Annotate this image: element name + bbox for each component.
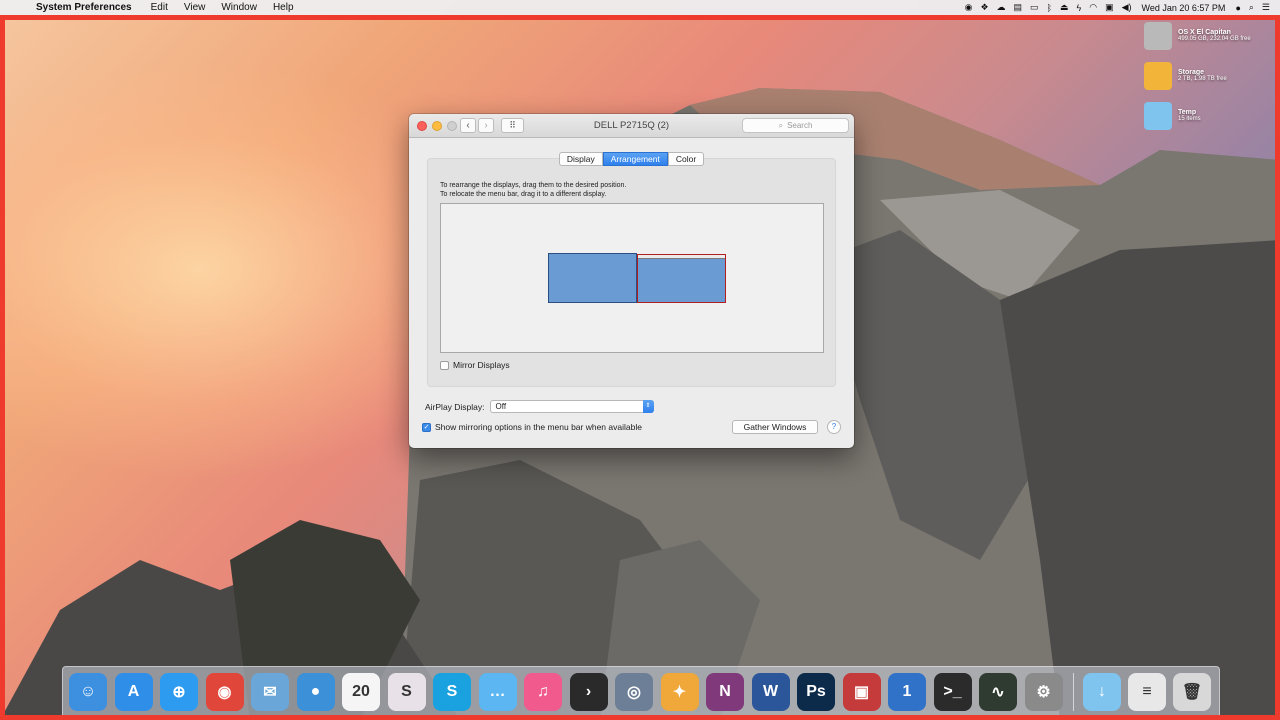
menu-bar: System Preferences Edit View Window Help… (0, 0, 1280, 15)
mirror-displays-checkbox[interactable] (440, 360, 449, 370)
dock-parallels-icon[interactable]: ▣ (842, 673, 881, 711)
airplay-icon[interactable]: ▭ (1030, 2, 1039, 13)
tab-color[interactable]: Color (667, 152, 705, 166)
bluetooth-icon[interactable]: ᛒ (1047, 3, 1052, 13)
dock-terminal-icon[interactable]: >_ (933, 673, 972, 711)
external-drive-icon (1144, 62, 1172, 90)
display-arrangement-area (440, 203, 824, 353)
dock-messages-icon[interactable]: … (478, 673, 517, 711)
hard-drive-icon (1144, 22, 1172, 50)
status-area: ◉ ❖ ☁ ▤ ▭ ᛒ ⏏ ϟ ◠ ▣ ◀) Wed Jan 20 6:57 P… (965, 2, 1270, 13)
spotlight-icon[interactable]: ⌕ (1249, 2, 1254, 13)
dock-trash-icon[interactable]: 🗑 (1173, 673, 1211, 711)
desktop-icon-sub: 15 items (1178, 116, 1201, 122)
dock-activity-monitor-icon[interactable]: ∿ (979, 673, 1017, 711)
notification-center-icon[interactable]: ☰ (1262, 2, 1270, 13)
menu-app-name[interactable]: System Preferences (36, 2, 132, 13)
gather-windows-button[interactable]: Gather Windows (732, 420, 818, 434)
search-placeholder: Search (787, 121, 813, 130)
arrangement-instructions: To rearrange the displays, drag them to … (440, 181, 626, 199)
user-icon[interactable]: ● (1235, 3, 1240, 13)
menu-window[interactable]: Window (221, 2, 257, 13)
desktop-icon-label: OS X El Capitan (1178, 29, 1231, 36)
dock: ☺ A ⊕ ◉ ✉ ● 20 S S… ♫ › ◎ ✦ N W Ps ▣ 1 >_ ∿ ⚙ ↓ ≡ 🗑 (62, 666, 1220, 716)
display-thumbnail-secondary[interactable] (637, 254, 726, 303)
airplay-display-select[interactable]: Off ⇕ (489, 400, 654, 413)
eject-icon[interactable]: ⏏ (1060, 2, 1069, 13)
dock-onenote-icon[interactable]: N (706, 673, 744, 711)
mirror-displays-label: Mirror Displays (453, 360, 510, 370)
desktop-icon-label: Storage (1178, 69, 1205, 76)
dropbox-icon[interactable]: ❖ (980, 2, 988, 13)
dock-chrome-icon[interactable]: ◉ (205, 673, 244, 711)
menu-help[interactable]: Help (273, 2, 294, 13)
mirror-displays-option[interactable]: Mirror Displays (440, 360, 510, 370)
dock-itunes-icon[interactable]: ♫ (524, 673, 562, 711)
dock-system-preferences-icon[interactable]: ⚙ (1024, 673, 1063, 711)
desktop-icon-sub: 2 TB, 1.98 TB free (1178, 76, 1227, 82)
dock-skype-icon[interactable]: S (433, 673, 471, 711)
desktop-icon-temp[interactable]: Temp 15 items (1144, 102, 1274, 130)
dock-slack-icon[interactable]: S (387, 673, 426, 711)
dock-word-icon[interactable]: W (751, 673, 790, 711)
tab-display[interactable]: Display (558, 152, 603, 166)
tab-arrangement[interactable]: Arrangement (602, 152, 668, 166)
menu-clock[interactable]: Wed Jan 20 6:57 PM (1142, 3, 1226, 13)
dock-app-store-icon[interactable]: A (114, 673, 153, 711)
menu-edit[interactable]: Edit (151, 2, 168, 13)
dock-1password-icon[interactable]: 1 (888, 673, 926, 711)
search-icon: ⌕ (778, 120, 784, 130)
dock-separator (1073, 673, 1074, 711)
dock-finder-icon[interactable]: ☺ (69, 673, 107, 711)
lightning-icon[interactable]: ϟ (1076, 3, 1081, 13)
menu-bar-handle[interactable] (638, 255, 725, 259)
dock-plex-icon[interactable]: › (569, 673, 608, 711)
dock-documents-icon[interactable]: ≡ (1128, 673, 1166, 711)
dock-photoshop-icon[interactable]: Ps (797, 673, 835, 711)
show-mirroring-checkbox[interactable]: ✓ (422, 422, 431, 432)
dock-mail-icon[interactable]: ✉ (251, 673, 289, 711)
folder-icon (1144, 102, 1172, 130)
show-mirroring-label: Show mirroring options in the menu bar w… (435, 422, 642, 432)
menu-view[interactable]: View (184, 2, 206, 13)
dock-safari-icon[interactable]: ⊕ (160, 673, 198, 711)
tab-bar: Display Arrangement Color (409, 152, 854, 166)
desktop-icon-sub: 499.05 GB, 232.04 GB free (1178, 36, 1251, 42)
airplay-display-label: AirPlay Display: (425, 401, 485, 412)
battery-icon[interactable]: ▣ (1105, 2, 1114, 13)
airplay-display-value: Off (495, 402, 507, 411)
display-thumbnail-primary[interactable] (548, 253, 637, 303)
airplay-display-row: AirPlay Display: Off ⇕ (425, 400, 654, 413)
wifi-icon[interactable]: ◠ (1089, 2, 1097, 13)
show-mirroring-option[interactable]: ✓ Show mirroring options in the menu bar… (422, 422, 642, 432)
window-titlebar[interactable]: ‹ › ⠿ DELL P2715Q (2) ⌕ Search (409, 114, 854, 138)
search-field[interactable]: ⌕ Search (742, 118, 849, 133)
dock-downloads-icon[interactable]: ↓ (1083, 673, 1121, 711)
dock-preview-icon[interactable]: ◎ (615, 673, 653, 711)
desktop-icon-os-x-el-capitan[interactable]: OS X El Capitan 499.05 GB, 232.04 GB fre… (1144, 22, 1274, 50)
instruction-line-1: To rearrange the displays, drag them to … (440, 182, 627, 189)
instruction-line-2: To relocate the menu bar, drag it to a d… (440, 191, 607, 198)
dock-tweetbot-icon[interactable]: ● (296, 673, 335, 711)
chevron-updown-icon: ⇕ (642, 400, 654, 413)
dock-tes-icon[interactable]: ✦ (660, 673, 699, 711)
camera-status-icon[interactable]: ◉ (965, 2, 973, 13)
dock-calendar-icon[interactable]: 20 (342, 673, 380, 711)
cloud-icon[interactable]: ☁ (997, 2, 1006, 13)
displays-preferences-window: ‹ › ⠿ DELL P2715Q (2) ⌕ Search Display A… (409, 114, 854, 448)
screen-icon[interactable]: ▤ (1014, 2, 1023, 13)
volume-icon[interactable]: ◀) (1122, 2, 1132, 13)
desktop-icon-label: Temp (1178, 109, 1197, 116)
desktop-icon-storage[interactable]: Storage 2 TB, 1.98 TB free (1144, 62, 1274, 90)
help-button[interactable]: ? (827, 420, 841, 434)
